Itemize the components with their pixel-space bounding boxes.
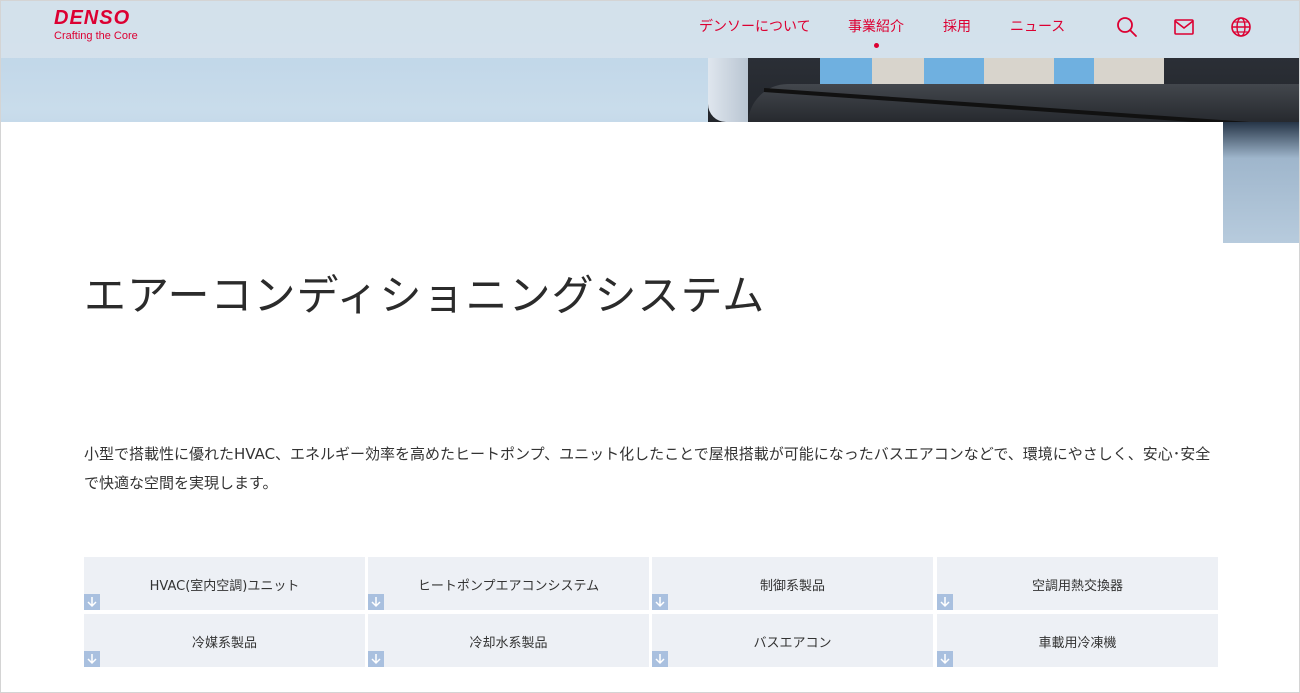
arrow-down-icon <box>84 651 100 667</box>
nav-item-news[interactable]: ニュース <box>1010 17 1065 37</box>
category-tile-label: HVAC(室内空調)ユニット <box>149 579 300 594</box>
nav-active-indicator <box>874 43 879 48</box>
arrow-down-icon <box>652 651 668 667</box>
category-tile-label: 車載用冷凍機 <box>1038 636 1117 651</box>
category-tile[interactable]: HVAC(室内空調)ユニット <box>84 557 365 610</box>
denso-logo[interactable]: DENSO Crafting the Core <box>54 8 138 43</box>
nav-item-about[interactable]: デンソーについて <box>699 17 811 37</box>
arrow-down-icon <box>652 594 668 610</box>
nav-item-recruit[interactable]: 採用 <box>943 17 971 37</box>
logo-tagline: Crafting the Core <box>54 30 138 42</box>
category-tile-label: 冷媒系製品 <box>191 636 257 651</box>
hero-side-panel <box>1223 122 1300 243</box>
category-tile[interactable]: バスエアコン <box>652 614 933 667</box>
nav-item-business[interactable]: 事業紹介 <box>848 17 904 37</box>
category-tile-label: 空調用熱交換器 <box>1031 579 1123 594</box>
arrow-down-icon <box>368 651 384 667</box>
category-tile[interactable]: 車載用冷凍機 <box>937 614 1218 667</box>
category-tile[interactable]: 制御系製品 <box>652 557 933 610</box>
arrow-down-icon <box>84 594 100 610</box>
arrow-down-icon <box>937 594 953 610</box>
globe-icon[interactable] <box>1230 16 1252 38</box>
category-tile[interactable]: 冷媒系製品 <box>84 614 365 667</box>
site-header: DENSO Crafting the Core デンソーについて 事業紹介 採用… <box>0 0 1300 58</box>
arrow-down-icon <box>937 651 953 667</box>
category-tile-label: 冷却水系製品 <box>469 636 548 651</box>
logo-wordmark: DENSO <box>54 7 131 29</box>
category-tile[interactable]: ヒートポンプエアコンシステム <box>368 557 649 610</box>
page-description: 小型で搭載性に優れたHVAC、エネルギー効率を高めたヒートポンプ、ユニット化した… <box>84 445 1211 492</box>
category-tile[interactable]: 冷却水系製品 <box>368 614 649 667</box>
category-tile-label: 制御系製品 <box>759 579 825 594</box>
mail-icon[interactable] <box>1173 16 1195 38</box>
category-tile[interactable]: 空調用熱交換器 <box>937 557 1218 610</box>
page-title: エアーコンディショニングシステム <box>84 271 766 320</box>
arrow-down-icon <box>368 594 384 610</box>
category-tile-label: ヒートポンプエアコンシステム <box>417 579 600 594</box>
search-icon[interactable] <box>1116 16 1138 38</box>
category-tile-label: バスエアコン <box>753 636 832 651</box>
